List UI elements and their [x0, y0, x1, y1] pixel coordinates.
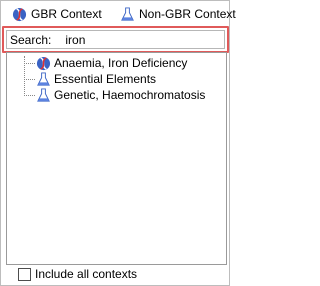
tree-item-label: Anaemia, Iron Deficiency [54, 56, 188, 70]
flask-context-icon [121, 6, 134, 21]
search-label: Search: [10, 32, 52, 47]
search-input[interactable] [65, 32, 206, 47]
results-tree[interactable]: Anaemia, Iron Deficiency Essential Eleme… [6, 52, 227, 265]
tree-item[interactable]: Genetic, Haemochromatosis [24, 87, 205, 103]
include-all-contexts-option[interactable]: Include all contexts [18, 267, 137, 281]
include-all-contexts-label: Include all contexts [35, 267, 138, 281]
search-highlight: Search: [2, 26, 229, 53]
context-toggle-bar: GBR Context Non-GBR Context [7, 4, 236, 24]
tree-branch-line [24, 62, 35, 64]
include-all-contexts-checkbox[interactable] [18, 267, 31, 281]
flask-context-icon [37, 87, 50, 102]
tree-branch-line [24, 94, 35, 96]
tree-item-label: Genetic, Haemochromatosis [54, 88, 206, 102]
dna-context-icon [36, 56, 51, 70]
tree-item-label: Essential Elements [54, 72, 157, 86]
non-gbr-context-label: Non-GBR Context [139, 7, 236, 21]
tree-branch-line [24, 78, 35, 80]
non-gbr-context-button[interactable]: Non-GBR Context [120, 6, 236, 22]
tree-item[interactable]: Anaemia, Iron Deficiency [24, 55, 187, 71]
context-search-panel: GBR Context Non-GBR Context Search: Anae… [0, 0, 236, 286]
search-box[interactable]: Search: [6, 30, 225, 49]
gbr-context-label: GBR Context [31, 7, 102, 21]
tree-item[interactable]: Essential Elements [24, 71, 156, 87]
flask-context-icon [37, 71, 50, 86]
dna-context-icon [12, 7, 27, 21]
gbr-context-button[interactable]: GBR Context [12, 7, 102, 22]
